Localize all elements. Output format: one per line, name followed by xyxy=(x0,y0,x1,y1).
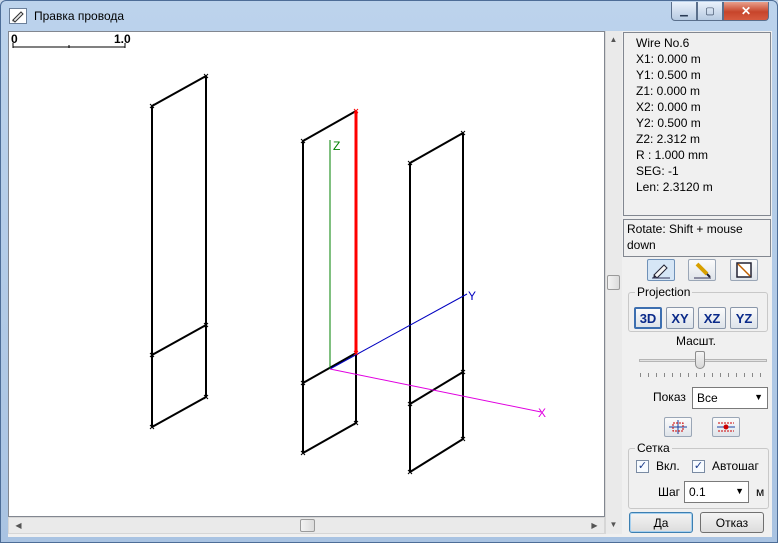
x-axis xyxy=(329,368,542,413)
wire-view-canvas[interactable]: 0 1.0 Z Y X xyxy=(8,31,605,517)
projection-xz-button[interactable]: XZ xyxy=(698,307,726,329)
side-panel: Wire No.6 X1: 0.000 m Y1: 0.500 m Z1: 0.… xyxy=(622,31,772,537)
grid-step-label: Шаг xyxy=(658,485,681,499)
center-icon xyxy=(717,422,735,432)
dialog-client: 0 1.0 Z Y X ◀ ▶ ▲ ▼ Wire No.6 X1: 0.000 … xyxy=(8,31,772,537)
projection-group: Projection 3D XY XZ YZ xyxy=(628,285,768,332)
close-icon: ✕ xyxy=(740,4,752,18)
fit-view-button[interactable] xyxy=(664,417,692,437)
box-icon xyxy=(736,262,752,278)
maximize-icon: ▢ xyxy=(705,5,715,17)
box-tool-button[interactable] xyxy=(730,259,758,281)
grid-group: Сетка ✓ Вкл. ✓ Автошаг Шаг 0.1 ▼ м xyxy=(628,441,769,509)
pencil-icon xyxy=(9,8,27,24)
wire-info-line: Y1: 0.500 m xyxy=(636,68,701,82)
edit-wire-icon xyxy=(652,264,670,279)
wire-info-line: SEG: -1 xyxy=(636,164,679,178)
projection-xy-button[interactable]: XY xyxy=(666,307,694,329)
wire-frame-right xyxy=(409,132,464,473)
show-select-value: Все xyxy=(697,391,718,405)
grid-label: Сетка xyxy=(635,441,672,455)
y-axis xyxy=(329,293,468,370)
scroll-down-icon[interactable]: ▼ xyxy=(606,517,621,532)
chevron-down-icon: ▼ xyxy=(735,486,744,496)
wire-info-line: Wire No.6 xyxy=(636,36,690,50)
projection-3d-button[interactable]: 3D xyxy=(634,307,662,329)
cancel-button[interactable]: Отказ xyxy=(700,512,764,533)
x-axis-label: X xyxy=(538,406,546,420)
scale-label: Масшт. xyxy=(676,334,716,348)
scale-slider-ticks xyxy=(640,373,768,377)
scale-bar-right-label: 1.0 xyxy=(114,32,131,46)
grid-auto-label: Автошаг xyxy=(712,459,759,473)
grid-step-select[interactable]: 0.1 ▼ xyxy=(684,481,749,503)
wire-info-line: Len: 2.3120 m xyxy=(636,180,713,194)
minimize-icon: ▁ xyxy=(680,5,688,17)
draw-wire-button[interactable] xyxy=(688,259,716,281)
grid-on-checkbox[interactable]: ✓ xyxy=(636,460,649,473)
show-select[interactable]: Все ▼ xyxy=(692,387,768,409)
scale-slider-thumb[interactable] xyxy=(695,351,705,369)
scale-bar-left-label: 0 xyxy=(11,32,18,46)
horizontal-scroll-thumb[interactable] xyxy=(300,519,315,532)
wire-info-line: X2: 0.000 m xyxy=(636,100,701,114)
scroll-right-icon[interactable]: ▶ xyxy=(587,518,602,533)
scroll-left-icon[interactable]: ◀ xyxy=(11,518,26,533)
chevron-down-icon: ▼ xyxy=(754,392,763,402)
maximize-button[interactable]: ▢ xyxy=(697,2,723,21)
wire-frame-left xyxy=(151,75,207,428)
dialog-window: Правка провода ▁ ▢ ✕ 0 1.0 Z Y X ◀ ▶ ▲ ▼… xyxy=(0,0,778,543)
rotate-hint: Rotate: Shift + mouse down xyxy=(623,219,771,257)
pen-icon xyxy=(694,262,711,279)
y-axis-label: Y xyxy=(468,289,476,303)
wire-info-line: Z1: 0.000 m xyxy=(636,84,701,98)
crosshair-icon xyxy=(669,420,687,434)
z-axis-label: Z xyxy=(333,139,340,153)
grid-on-label: Вкл. xyxy=(656,459,680,473)
scroll-up-icon[interactable]: ▲ xyxy=(606,32,621,47)
horizontal-scrollbar[interactable]: ◀ ▶ xyxy=(8,517,605,534)
projection-label: Projection xyxy=(635,285,693,299)
wire-drawing: 0 1.0 Z Y X xyxy=(11,32,546,475)
node-markers xyxy=(149,73,466,475)
scale-bar xyxy=(12,43,126,48)
vertical-scrollbar[interactable]: ▲ ▼ xyxy=(605,31,622,534)
show-label: Показ xyxy=(653,390,686,404)
grid-step-unit: м xyxy=(756,485,765,499)
wire-info-line: R : 1.000 mm xyxy=(636,148,709,162)
vertical-scroll-thumb[interactable] xyxy=(607,275,620,290)
wire-info-line: X1: 0.000 m xyxy=(636,52,701,66)
title-bar[interactable]: Правка провода ▁ ▢ ✕ xyxy=(1,1,777,31)
wire-info-line: Z2: 2.312 m xyxy=(636,132,701,146)
center-view-button[interactable] xyxy=(712,417,740,437)
grid-auto-checkbox[interactable]: ✓ xyxy=(692,460,705,473)
ok-button[interactable]: Да xyxy=(629,512,693,533)
edit-wire-button[interactable] xyxy=(647,259,675,281)
wire-info-line: Y2: 0.500 m xyxy=(636,116,701,130)
wire-info-box: Wire No.6 X1: 0.000 m Y1: 0.500 m Z1: 0.… xyxy=(623,32,771,216)
window-title: Правка провода xyxy=(34,9,125,23)
projection-yz-button[interactable]: YZ xyxy=(730,307,758,329)
grid-step-value: 0.1 xyxy=(689,485,706,499)
close-button[interactable]: ✕ xyxy=(723,2,769,21)
minimize-button[interactable]: ▁ xyxy=(671,2,697,21)
